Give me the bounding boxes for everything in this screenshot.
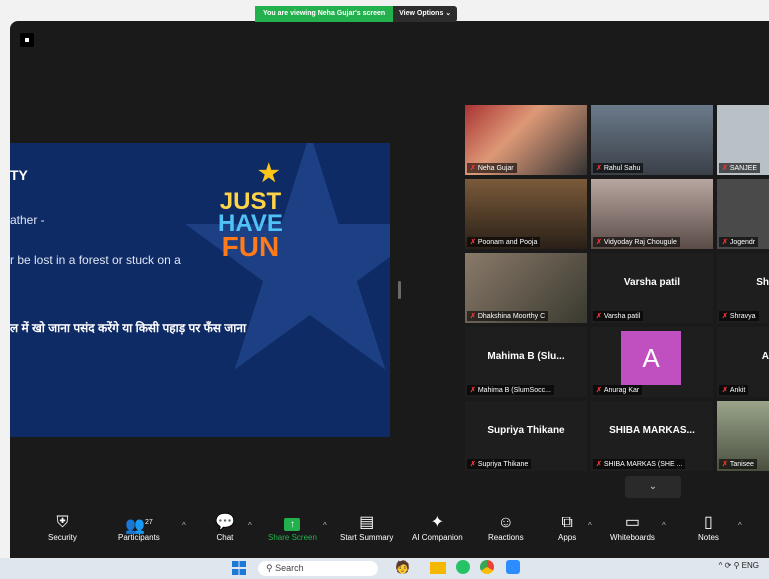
zoom-window: TY ather - r be lost in a forest or stuc… bbox=[10, 21, 769, 558]
whiteboard-icon: ▭ bbox=[624, 514, 641, 531]
video-tile[interactable]: Rahul Sahu bbox=[591, 105, 713, 175]
security-button[interactable]: ⛨ Security bbox=[48, 513, 77, 542]
chat-icon: 💬 bbox=[215, 514, 235, 531]
star-decoration bbox=[185, 143, 390, 370]
reaction-icon: ☺ bbox=[497, 514, 514, 531]
view-options-button[interactable]: View Options ⌄ bbox=[393, 6, 458, 22]
sparkle-icon: ✦ bbox=[430, 514, 445, 531]
chat-button[interactable]: 💬 Chat bbox=[215, 513, 235, 542]
whiteboards-button[interactable]: ▭ Whiteboards bbox=[610, 513, 655, 542]
notes-button[interactable]: ▯ Notes bbox=[698, 513, 719, 542]
gallery-grid: Neha Gujar Rahul Sahu SANJEE Poonam and … bbox=[465, 105, 769, 479]
windows-taskbar: ⚲ Search 🧑 ^ ⟳ ⚲ ENG bbox=[0, 558, 769, 579]
stop-share-icon[interactable] bbox=[20, 33, 34, 47]
slide-title: TY bbox=[10, 167, 28, 183]
shield-icon: ⛨ bbox=[56, 514, 69, 531]
slide-line-2: r be lost in a forest or stuck on a bbox=[10, 253, 181, 267]
next-page-button[interactable]: ⌄ bbox=[625, 476, 681, 498]
video-tile[interactable]: Dhakshina Moorthy C bbox=[465, 253, 587, 323]
shared-slide: TY ather - r be lost in a forest or stuc… bbox=[10, 143, 390, 437]
share-screen-button[interactable]: ↑ Share Screen bbox=[268, 513, 317, 542]
windows-start-icon[interactable] bbox=[232, 561, 246, 575]
video-tile[interactable]: Poonam and Pooja bbox=[465, 179, 587, 249]
folder-icon[interactable] bbox=[430, 562, 446, 574]
screen-share-banner: You are viewing Neha Gujar's screen View… bbox=[255, 6, 458, 22]
start-summary-button[interactable]: ▤ Start Summary bbox=[340, 513, 393, 542]
viewing-label: You are viewing Neha Gujar's screen bbox=[255, 6, 394, 22]
split-handle[interactable] bbox=[398, 281, 401, 299]
video-tile[interactable]: Varsha patil Varsha patil bbox=[591, 253, 713, 323]
video-tile[interactable]: Vidyoday Raj Chougule bbox=[591, 179, 713, 249]
video-tile[interactable]: A Ankit bbox=[717, 327, 769, 397]
chevron-up-icon[interactable]: ^ bbox=[248, 521, 252, 530]
video-tile[interactable]: Jogendr bbox=[717, 179, 769, 249]
system-tray[interactable]: ^ ⟳ ⚲ ENG bbox=[719, 561, 759, 570]
video-tile[interactable]: A Anurag Kar bbox=[591, 327, 713, 397]
zoom-icon[interactable] bbox=[506, 560, 520, 574]
video-tile[interactable]: Tanisee bbox=[717, 401, 769, 471]
participants-button[interactable]: 👥27 Participants bbox=[118, 513, 160, 542]
apps-button[interactable]: ⧉ Apps bbox=[558, 513, 576, 542]
reactions-button[interactable]: ☺ Reactions bbox=[488, 513, 524, 542]
chevron-up-icon[interactable]: ^ bbox=[323, 521, 327, 530]
video-tile[interactable]: SANJEE bbox=[717, 105, 769, 175]
meeting-toolbar: ⛨ Security 👥27 Participants ^ 💬 Chat ^ ↑… bbox=[10, 511, 769, 558]
star-icon: ★ bbox=[258, 160, 280, 187]
people-icon: 👥27 bbox=[125, 517, 153, 535]
notes-icon: ▯ bbox=[704, 514, 713, 531]
slide-line-1: ather - bbox=[10, 213, 45, 227]
apps-icon: ⧉ bbox=[561, 514, 573, 531]
whatsapp-icon[interactable] bbox=[456, 560, 470, 574]
chevron-up-icon[interactable]: ^ bbox=[738, 521, 742, 530]
chrome-icon[interactable] bbox=[480, 560, 494, 574]
chevron-up-icon[interactable]: ^ bbox=[662, 521, 666, 530]
app-icon[interactable]: 🧑 bbox=[395, 560, 410, 577]
chevron-up-icon[interactable]: ^ bbox=[182, 521, 186, 530]
slide-line-3: ल में खो जाना पसंद करेंगे या किसी पहाड़ … bbox=[10, 321, 247, 335]
video-tile[interactable]: Mahima B (Slu... Mahima B (SlumSocc... bbox=[465, 327, 587, 397]
video-tile[interactable]: Supriya Thikane Supriya Thikane bbox=[465, 401, 587, 471]
taskbar-search[interactable]: ⚲ Search bbox=[258, 561, 378, 576]
summary-icon: ▤ bbox=[359, 514, 375, 531]
video-tile[interactable]: SHIBA MARKAS... SHIBA MARKAS (SHE ... bbox=[591, 401, 713, 471]
chevron-up-icon[interactable]: ^ bbox=[588, 521, 592, 530]
share-arrow-icon: ↑ bbox=[268, 513, 317, 533]
video-tile[interactable]: Neha Gujar bbox=[465, 105, 587, 175]
ai-companion-button[interactable]: ✦ AI Companion bbox=[412, 513, 463, 542]
video-tile[interactable]: Sh Shravya bbox=[717, 253, 769, 323]
just-have-fun-logo: ★ JUST HAVE FUN bbox=[218, 160, 283, 263]
avatar: A bbox=[621, 331, 681, 385]
